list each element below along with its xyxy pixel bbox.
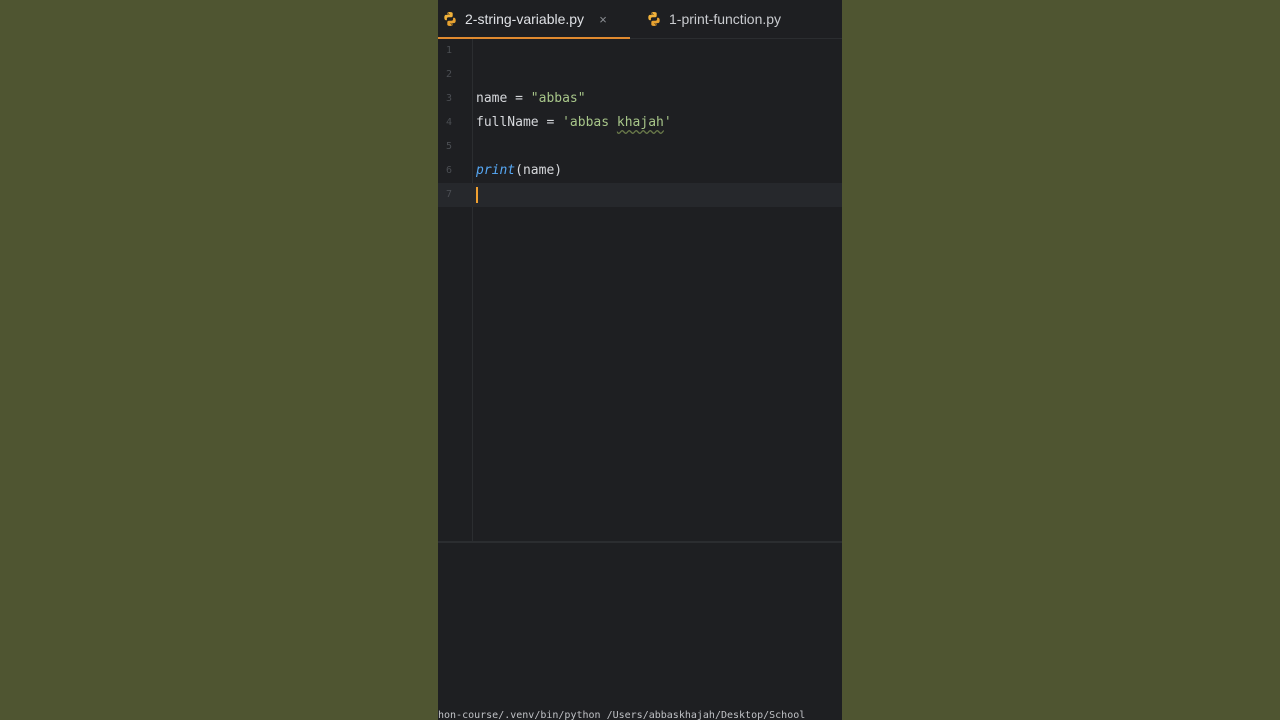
code-line-7[interactable]: 7 — [438, 183, 842, 207]
code-text: print(name) — [476, 159, 562, 183]
python-icon — [648, 12, 660, 26]
ide-window: 2-string-variable.py × 1-print-function.… — [438, 0, 842, 720]
open-paren: ( — [515, 163, 523, 178]
variable-name: fullName — [476, 115, 539, 130]
text-cursor — [476, 187, 478, 203]
tab-1-print-function[interactable]: 1-print-function.py — [630, 0, 781, 38]
code-line-1[interactable]: 1 — [438, 39, 842, 63]
code-line-4[interactable]: 4 fullName = 'abbas khajah' — [438, 111, 842, 135]
code-line-6[interactable]: 6 print(name) — [438, 159, 842, 183]
editor-tab-bar: 2-string-variable.py × 1-print-function.… — [438, 0, 842, 39]
function-argument: name — [522, 163, 555, 178]
code-text: name = "abbas" — [476, 87, 586, 111]
assign-operator: = — [538, 115, 563, 130]
line-number: 2 — [445, 69, 452, 80]
tab-label: 1-print-function.py — [669, 11, 782, 27]
close-paren: ) — [554, 163, 563, 178]
video-frame: 2-string-variable.py × 1-print-function.… — [0, 0, 1280, 720]
python-icon — [444, 12, 456, 26]
line-number: 3 — [445, 93, 452, 104]
tab-2-string-variable[interactable]: 2-string-variable.py × — [438, 0, 630, 39]
code-line-3[interactable]: 3 name = "abbas" — [438, 87, 842, 111]
string-literal-end: ' — [663, 115, 672, 130]
close-icon[interactable]: × — [596, 12, 610, 27]
assign-operator: = — [507, 91, 531, 106]
string-literal-typo-word: khajah — [616, 115, 664, 130]
line-number: 7 — [445, 189, 452, 200]
line-number: 1 — [445, 45, 452, 56]
function-call-name: print — [476, 163, 516, 178]
code-text: fullName = 'abbas khajah' — [476, 111, 672, 135]
tab-label: 2-string-variable.py — [465, 11, 585, 27]
string-literal-start: 'abbas — [562, 115, 617, 130]
line-number: 4 — [445, 117, 452, 128]
run-panel: hon-course/.venv/bin/python /Users/abbas… — [438, 543, 842, 720]
string-literal: "abbas" — [530, 91, 586, 106]
terminal-command-text: hon-course/.venv/bin/python /Users/abbas… — [438, 710, 806, 720]
line-number: 6 — [445, 165, 452, 176]
code-editor[interactable]: 1 2 3 name = "abbas" 4 fullName = 'abbas… — [438, 39, 842, 541]
variable-name: name — [476, 91, 508, 106]
code-line-2[interactable]: 2 — [438, 63, 842, 87]
line-number: 5 — [445, 141, 452, 152]
code-line-5[interactable]: 5 — [438, 135, 842, 159]
